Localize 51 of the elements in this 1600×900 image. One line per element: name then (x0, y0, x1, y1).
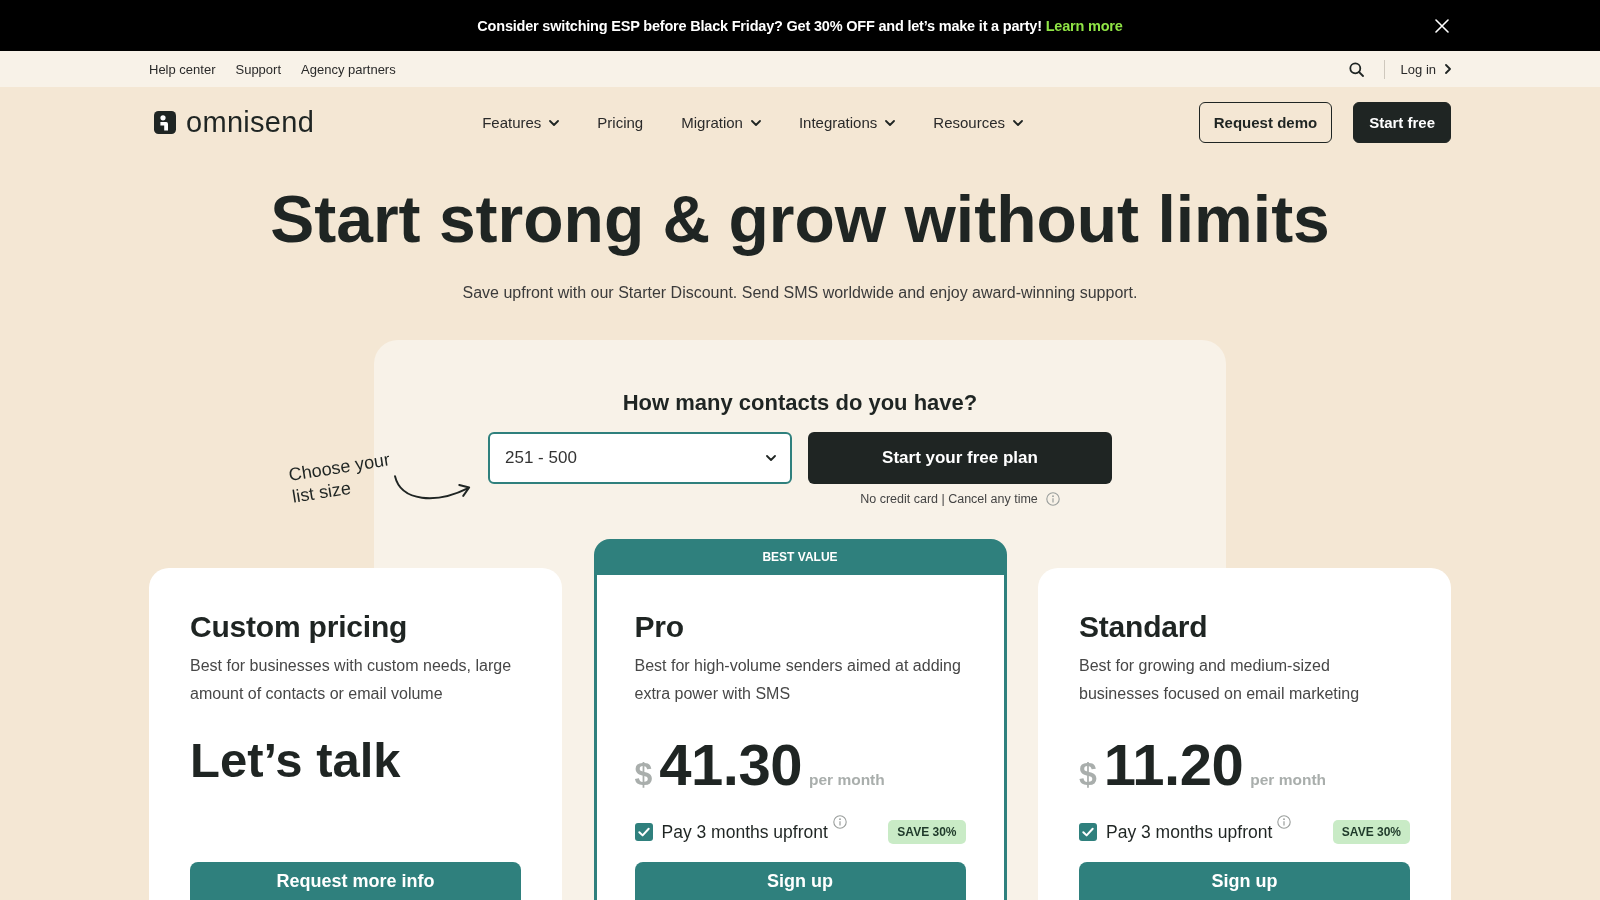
plan-price: 11.20 (1103, 732, 1244, 798)
plan-cta-button[interactable]: Sign up (1079, 862, 1410, 900)
discount-badge: SAVE 30% (888, 820, 966, 844)
upfront-label: Pay 3 months upfront (1106, 821, 1273, 843)
plan-name: Standard (1079, 609, 1209, 645)
price-period: per month (1250, 771, 1327, 789)
contacts-select[interactable]: 251 - 500 (488, 432, 792, 484)
nav-menu-item[interactable]: Integrations (798, 114, 896, 131)
annotation-text: Choose your list size (287, 448, 393, 508)
note-text: No credit card | Cancel any time (860, 491, 1038, 507)
utility-link[interactable]: Support (235, 61, 282, 77)
plan-description: Best for growing and medium-sized businesses focused on email marketing (1079, 656, 1361, 704)
upfront-checkbox[interactable] (634, 823, 653, 841)
discount-badge: SAVE 30% (1332, 820, 1410, 844)
logo-icon[interactable] (154, 111, 176, 134)
price-text: Let’s talk (190, 732, 401, 789)
start-free-button[interactable]: Start free (1353, 102, 1451, 143)
nav-menu-item[interactable]: Resources (933, 114, 1023, 131)
currency-symbol: $ (1079, 756, 1097, 793)
hero-heading: Start strong & grow without limits (270, 183, 1330, 256)
plan-name: Custom pricing (190, 609, 409, 645)
nav-menu-item[interactable]: Migration (681, 114, 761, 131)
currency-symbol: $ (634, 756, 653, 793)
plan-cta-button[interactable]: Sign up (634, 862, 966, 900)
nav-menu-item[interactable]: Pricing (597, 114, 644, 131)
nav-menu-item[interactable]: Features (482, 114, 560, 131)
plan-description: Best for businesses with custom needs, large amount of contacts or email volume (190, 656, 513, 704)
chevron-down-icon (766, 455, 776, 461)
info-icon[interactable] (832, 815, 847, 829)
hero-subtitle: Save upfront with our Starter Discount. Send SMS worldwide and enjoy award-winning support. (462, 283, 1138, 303)
announcement-text: Consider switching ESP before Black Friday? Get 30% OFF and let’s make it a party! Learn more (477, 17, 1123, 34)
close-icon[interactable] (1435, 18, 1449, 33)
plan-name: Pro (634, 609, 685, 645)
login-link[interactable]: Log in (1400, 61, 1451, 77)
utility-link[interactable]: Agency partners (301, 61, 396, 77)
best-value-banner: BEST VALUE (593, 539, 1007, 575)
learn-more-link[interactable]: Learn more (1045, 17, 1123, 34)
plan-cta-button[interactable]: Request more info (190, 862, 521, 900)
plan-description: Best for high-volume senders aimed at adding extra power with SMS (634, 656, 962, 704)
upfront-label: Pay 3 months upfront (661, 821, 828, 843)
plan-price: 41.30 (659, 732, 802, 798)
search-icon[interactable] (1348, 61, 1364, 77)
info-icon[interactable] (1277, 815, 1292, 829)
upfront-checkbox[interactable] (1079, 823, 1097, 841)
request-demo-button[interactable]: Request demo (1198, 102, 1333, 143)
contacts-question: How many contacts do you have? (622, 389, 978, 417)
logo-wordmark: omnisend (186, 108, 315, 137)
chevron-right-icon (1445, 64, 1451, 74)
start-plan-button[interactable]: Start your free plan (808, 432, 1112, 484)
price-period: per month (808, 771, 885, 789)
utility-link[interactable]: Help center (149, 61, 216, 77)
